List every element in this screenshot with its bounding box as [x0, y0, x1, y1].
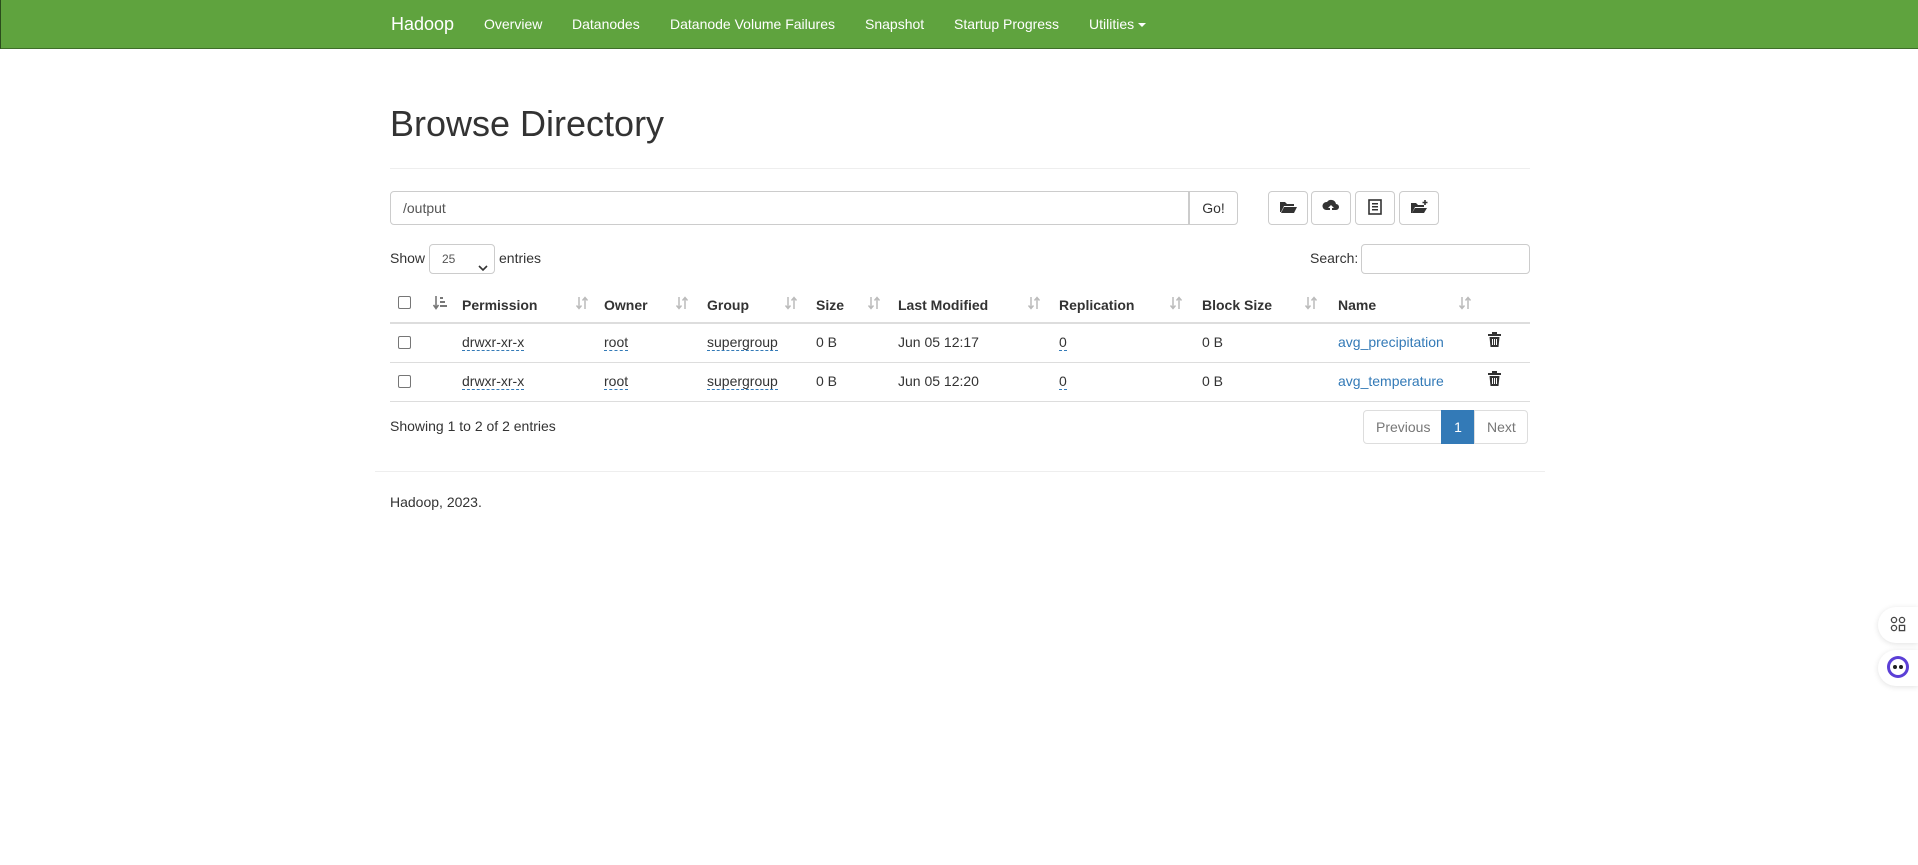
file-name-link[interactable]: avg_precipitation	[1338, 334, 1444, 350]
sort-icon[interactable]	[1458, 295, 1472, 314]
table-info: Showing 1 to 2 of 2 entries	[390, 418, 556, 434]
sort-icon[interactable]	[675, 295, 689, 314]
caret-down-icon	[1138, 23, 1147, 28]
block-size-value: 0 B	[1202, 373, 1224, 389]
sort-icon[interactable]	[867, 295, 881, 314]
open-folder-button[interactable]	[1268, 191, 1308, 225]
row-checkbox[interactable]	[398, 336, 411, 349]
nav-utilities-dropdown[interactable]: Utilities	[1089, 16, 1147, 32]
create-directory-button[interactable]	[1399, 191, 1439, 225]
assistant-icon	[1886, 655, 1910, 682]
divider	[390, 168, 1530, 169]
create-folder-icon	[1410, 199, 1428, 217]
floating-apps-button[interactable]	[1878, 607, 1918, 643]
list-view-button[interactable]	[1355, 191, 1395, 225]
cloud-upload-icon	[1322, 199, 1340, 218]
permission-link[interactable]: drwxr-xr-x	[462, 334, 525, 351]
column-header-size[interactable]: Size	[816, 297, 844, 313]
floating-assistant-button[interactable]	[1878, 650, 1918, 686]
table-row: drwxr-xr-x root supergroup 0 B Jun 05 12…	[390, 363, 1530, 402]
sort-icon[interactable]	[1027, 295, 1041, 314]
column-header-group[interactable]: Group	[707, 297, 749, 313]
owner-link[interactable]: root	[604, 334, 629, 351]
block-size-value: 0 B	[1202, 334, 1224, 350]
sort-icon[interactable]	[1304, 295, 1318, 314]
sort-asc-icon[interactable]	[432, 295, 447, 314]
column-header-name[interactable]: Name	[1338, 297, 1376, 313]
trash-icon[interactable]	[1488, 332, 1501, 350]
nav-datanodes[interactable]: Datanodes	[572, 16, 640, 32]
file-name-link[interactable]: avg_temperature	[1338, 373, 1444, 389]
row-checkbox[interactable]	[398, 375, 411, 388]
size-value: 0 B	[816, 334, 838, 350]
replication-link[interactable]: 0	[1059, 334, 1067, 351]
grid-icon	[1890, 616, 1906, 635]
last-modified-value: Jun 05 12:17	[898, 334, 979, 350]
folder-open-icon	[1279, 200, 1297, 217]
sort-icon[interactable]	[1169, 295, 1183, 314]
previous-page-button[interactable]: Previous	[1363, 410, 1442, 444]
directory-path-input[interactable]: /output	[390, 191, 1189, 225]
group-link[interactable]: supergroup	[707, 373, 778, 390]
pagination: Previous 1 Next	[1363, 410, 1528, 444]
replication-link[interactable]: 0	[1059, 373, 1067, 390]
sort-icon[interactable]	[575, 295, 589, 314]
search-label: Search:	[1310, 250, 1359, 266]
list-icon	[1368, 198, 1382, 218]
search-input[interactable]	[1361, 244, 1530, 274]
brand-link[interactable]: Hadoop	[391, 14, 454, 35]
go-button[interactable]: Go!	[1189, 191, 1238, 225]
column-header-last-modified[interactable]: Last Modified	[898, 297, 988, 313]
last-modified-value: Jun 05 12:20	[898, 373, 979, 389]
top-navbar: Hadoop Overview Datanodes Datanode Volum…	[0, 0, 1918, 49]
nav-overview[interactable]: Overview	[484, 16, 542, 32]
sort-icon[interactable]	[784, 295, 798, 314]
divider	[375, 471, 1545, 472]
entries-per-page-select[interactable]: 25	[429, 244, 495, 274]
nav-datanode-volume-failures[interactable]: Datanode Volume Failures	[670, 16, 835, 32]
show-label: Show	[390, 250, 426, 266]
group-link[interactable]: supergroup	[707, 334, 778, 351]
table-row: drwxr-xr-x root supergroup 0 B Jun 05 12…	[390, 324, 1530, 363]
select-all-checkbox[interactable]	[398, 296, 411, 309]
upload-button[interactable]	[1311, 191, 1351, 225]
next-page-button[interactable]: Next	[1474, 410, 1528, 444]
permission-link[interactable]: drwxr-xr-x	[462, 373, 525, 390]
nav-utilities-label: Utilities	[1089, 16, 1135, 32]
column-header-owner[interactable]: Owner	[604, 297, 648, 313]
owner-link[interactable]: root	[604, 373, 629, 390]
nav-snapshot[interactable]: Snapshot	[865, 16, 924, 32]
entries-per-page-value: 25	[442, 252, 456, 266]
column-header-permission[interactable]: Permission	[462, 297, 537, 313]
size-value: 0 B	[816, 373, 838, 389]
page-title: Browse Directory	[390, 103, 665, 144]
column-header-replication[interactable]: Replication	[1059, 297, 1134, 313]
footer-text: Hadoop, 2023.	[390, 494, 482, 510]
nav-startup-progress[interactable]: Startup Progress	[954, 16, 1059, 32]
chevron-down-icon	[478, 254, 488, 282]
trash-icon[interactable]	[1488, 371, 1501, 389]
column-header-block-size[interactable]: Block Size	[1202, 297, 1272, 313]
table-header: Permission Owner Group Size Last Modifie…	[390, 288, 1530, 324]
page-1-button[interactable]: 1	[1441, 410, 1475, 444]
entries-label: entries	[499, 250, 542, 266]
